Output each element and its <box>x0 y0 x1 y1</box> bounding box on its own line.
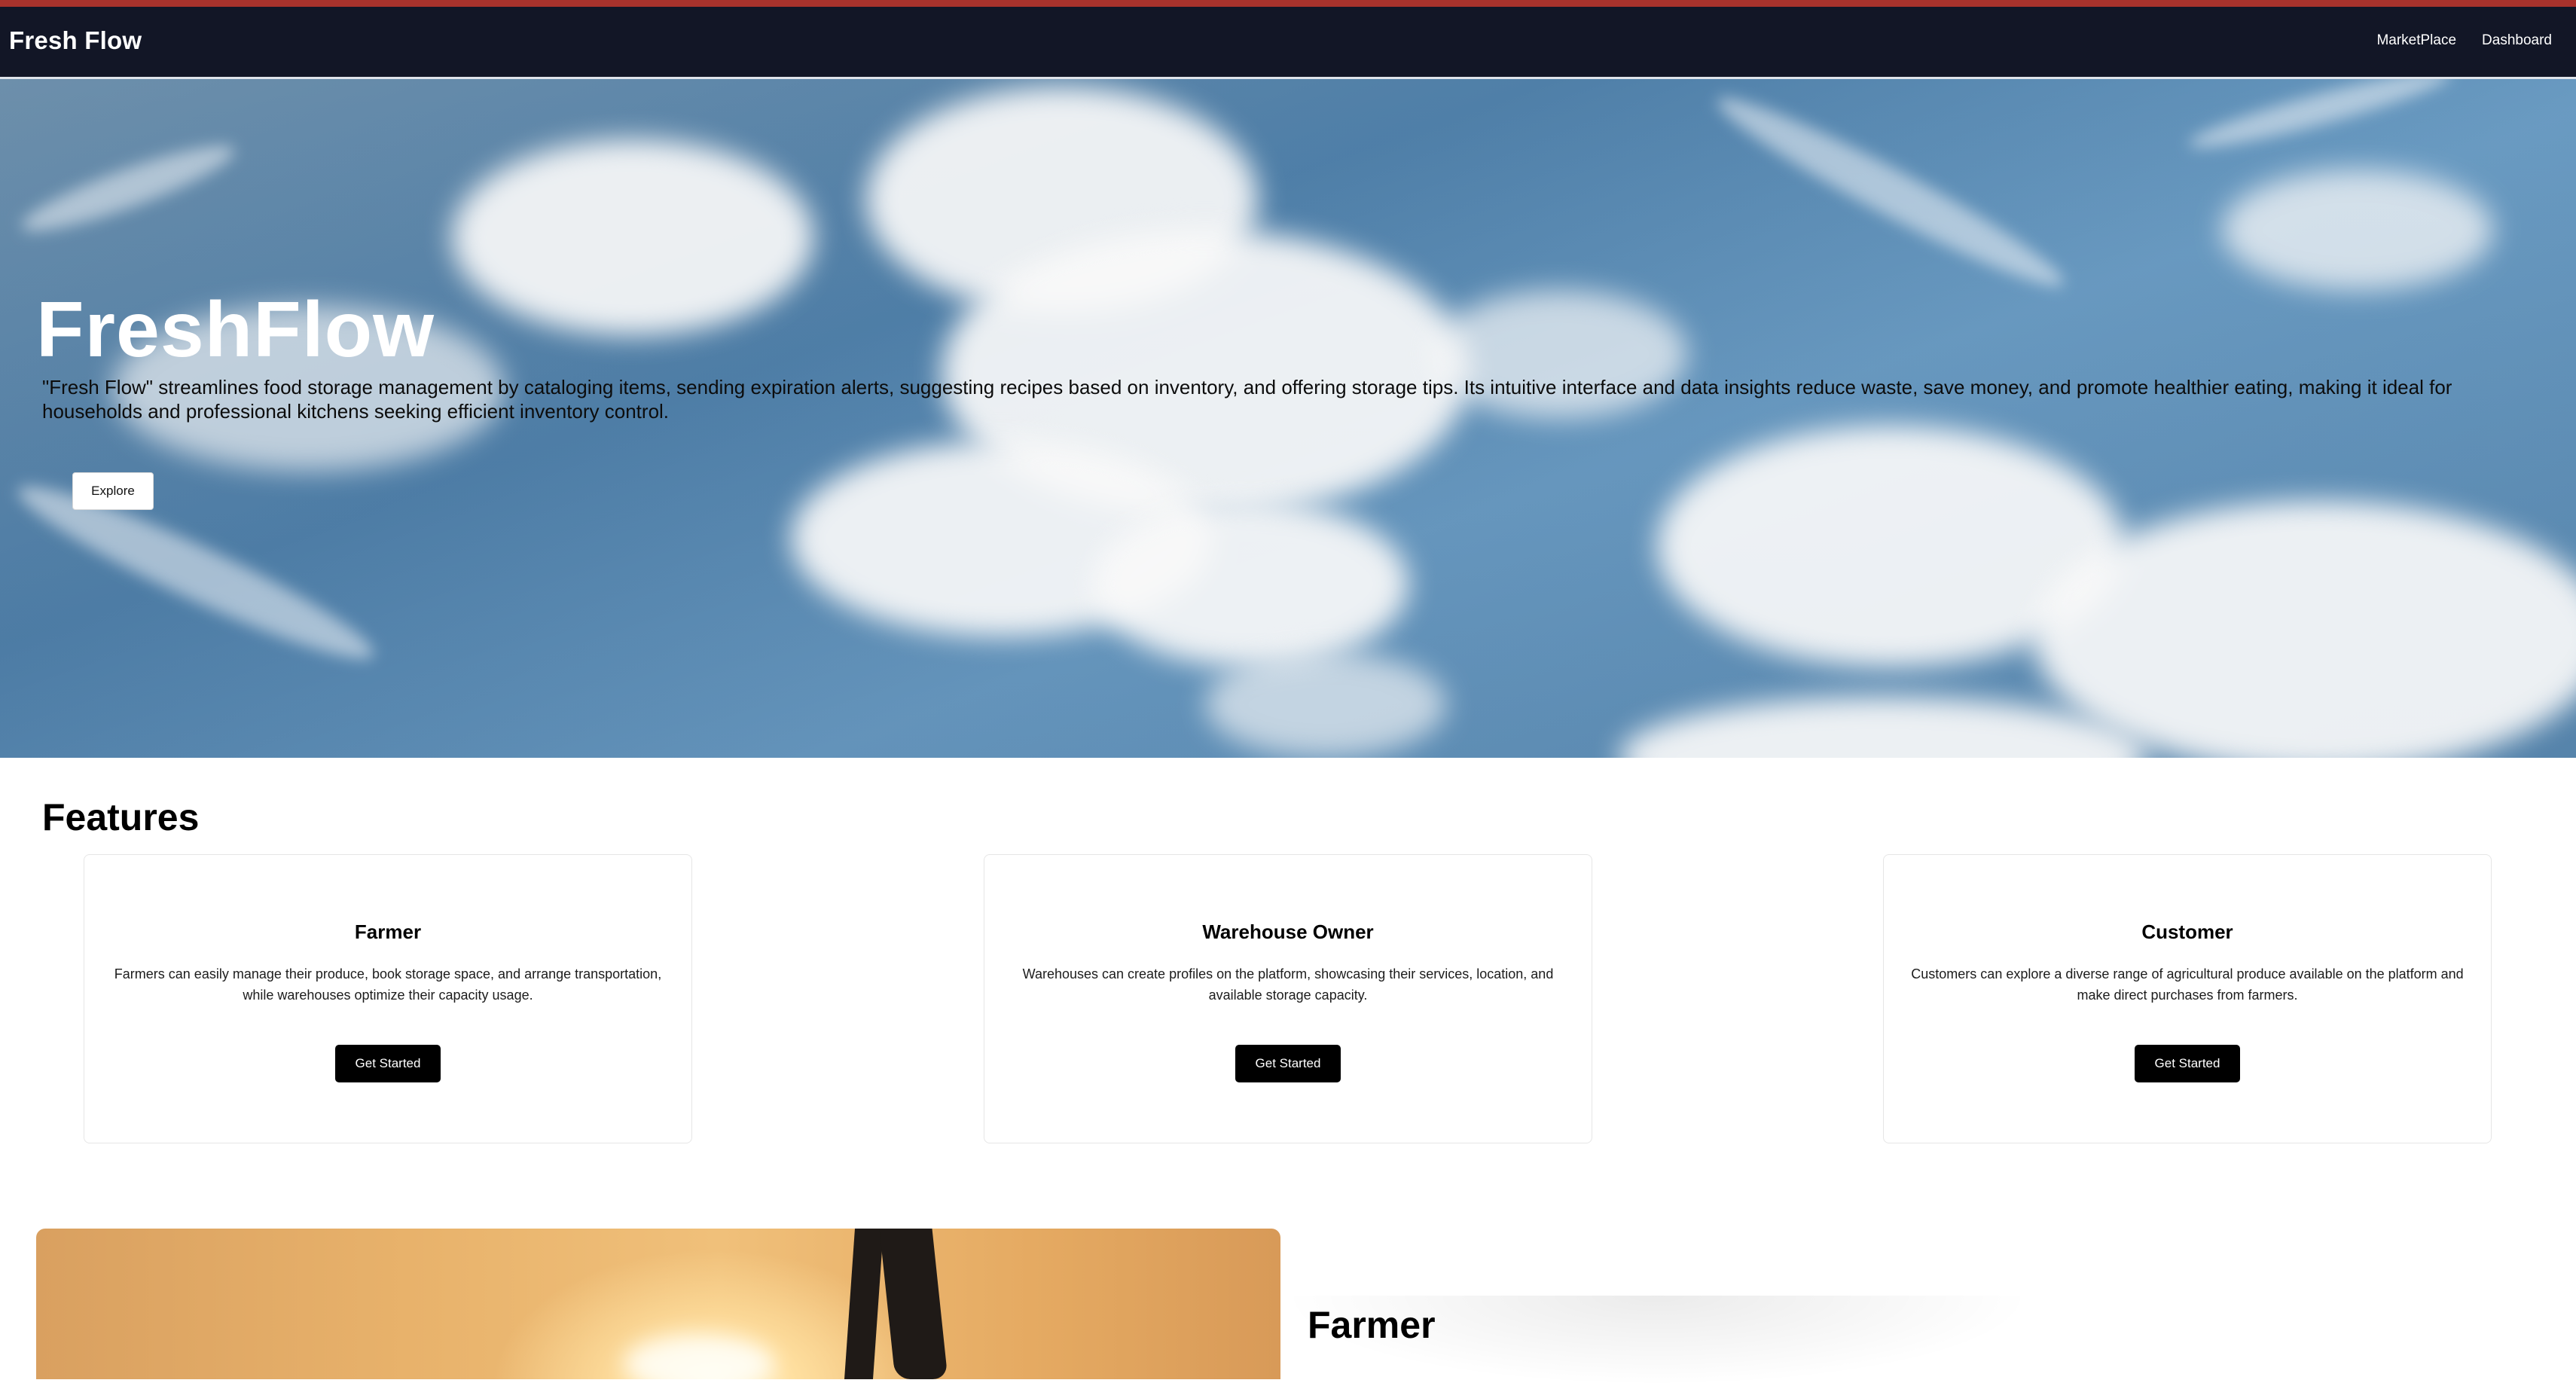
feature-card-text: Warehouses can create profiles on the pl… <box>1022 966 1554 1003</box>
navbar: Fresh Flow MarketPlace Dashboard <box>0 7 2576 79</box>
nav-links: MarketPlace Dashboard <box>2376 32 2552 49</box>
brand-logo-text[interactable]: Fresh Flow <box>9 26 142 55</box>
explore-button[interactable]: Explore <box>72 472 154 510</box>
get-started-button-farmer[interactable]: Get Started <box>335 1045 441 1082</box>
silhouette-shape <box>844 1229 884 1379</box>
get-started-button-warehouse[interactable]: Get Started <box>1235 1045 1341 1082</box>
feature-card-customer: Customer Customers can explore a diverse… <box>1883 854 2492 1143</box>
nav-link-dashboard[interactable]: Dashboard <box>2482 32 2552 49</box>
feature-card-warehouse-owner: Warehouse Owner Warehouses can create pr… <box>984 854 1592 1143</box>
nav-link-marketplace[interactable]: MarketPlace <box>2376 32 2456 49</box>
farmer-sunset-image <box>36 1229 1280 1379</box>
hero-section: FreshFlow "Fresh Flow" streamlines food … <box>0 79 2576 758</box>
feature-card-text: Farmers can easily manage their produce,… <box>114 966 662 1003</box>
feature-card-title: Customer <box>2141 920 2233 943</box>
feature-card-farmer: Farmer Farmers can easily manage their p… <box>84 854 692 1143</box>
hero-description: "Fresh Flow" streamlines food storage ma… <box>42 376 2452 423</box>
silhouette-shape <box>879 1229 948 1379</box>
hero-title: FreshFlow <box>36 286 435 374</box>
top-accent-stripe <box>0 0 2576 7</box>
feature-card-title: Warehouse Owner <box>1202 920 1374 943</box>
feature-card-title: Farmer <box>354 920 422 943</box>
get-started-button-customer[interactable]: Get Started <box>2135 1045 2240 1082</box>
features-heading: Features <box>42 796 200 838</box>
feature-card-text: Customers can explore a diverse range of… <box>1911 966 2464 1003</box>
farmer-section-heading: Farmer <box>1308 1304 1436 1346</box>
sun-glow <box>624 1334 774 1379</box>
